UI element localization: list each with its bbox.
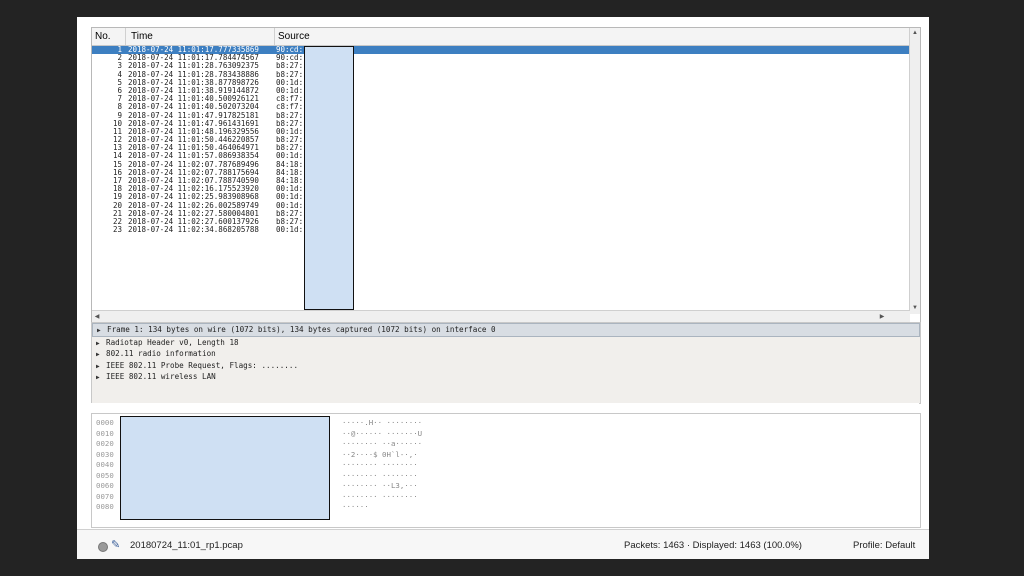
detail-row-radiotap[interactable]: ▶ Radiotap Header v0, Length 18 xyxy=(92,337,920,349)
column-time-header[interactable]: Time xyxy=(131,31,153,42)
capture-filename: 20180724_11:01_rp1.pcap xyxy=(130,540,243,551)
byte-offset: 0030 xyxy=(96,449,114,459)
column-no-header[interactable]: No. xyxy=(95,31,111,42)
pane-divider[interactable] xyxy=(91,403,919,411)
scroll-left-icon[interactable]: ◀ xyxy=(93,313,101,321)
byte-ascii: ··@······ ·······U xyxy=(342,428,423,438)
detail-row-wireless-lan[interactable]: ▶ IEEE 802.11 wireless LAN xyxy=(92,371,920,383)
packet-bytes-pane[interactable]: 0000 ·····.H·· ········ 0010 ··@······ ····… xyxy=(91,413,921,528)
byte-ascii: ········ ··a······ xyxy=(342,439,423,448)
byte-offset: 0040 xyxy=(96,460,114,469)
expand-arrow-icon[interactable]: ▶ xyxy=(96,372,106,384)
byte-offset: 0050 xyxy=(96,470,114,480)
byte-offset: 0060 xyxy=(96,481,114,490)
packet-list-vertical-scrollbar[interactable]: ▲ ▼ xyxy=(909,28,920,314)
byte-ascii: ········ ········ xyxy=(342,470,418,480)
packet-list[interactable]: No. Time Source 1 2018-07-24 11:01:17.777… xyxy=(91,27,921,328)
packet-rows: 1 2018-07-24 11:01:17.777335869 90:cd: 2 201… xyxy=(92,46,910,308)
byte-ascii: ·····.H·· ········ xyxy=(342,418,423,427)
redacted-source-addresses xyxy=(304,46,354,310)
wireshark-window: No. Time Source 1 2018-07-24 11:01:17.777… xyxy=(77,17,929,559)
pencil-icon[interactable]: ✎ xyxy=(111,538,120,551)
detail-row-frame[interactable]: ▶ Frame 1: 134 bytes on wire (1072 bits),… xyxy=(92,323,920,337)
column-source-header[interactable]: Source xyxy=(278,31,310,42)
byte-offset: 0080 xyxy=(96,502,114,511)
byte-ascii: ········ ········ xyxy=(342,491,418,501)
byte-offset: 0020 xyxy=(96,439,114,448)
packet-row[interactable]: 23 2018-07-24 11:02:34.868205788 00:1d: xyxy=(92,225,910,235)
detail-row-radio-info[interactable]: ▶ 802.11 radio information xyxy=(92,348,920,360)
redacted-hex-bytes xyxy=(120,416,330,520)
byte-ascii: ········ ··L3,··· xyxy=(342,481,418,490)
scroll-right-icon[interactable]: ▶ xyxy=(878,313,886,321)
byte-offset: 0000 xyxy=(96,418,114,427)
byte-ascii: ······ xyxy=(342,502,369,511)
packet-no: 23 xyxy=(112,225,122,235)
detail-row-probe-request[interactable]: ▶ IEEE 802.11 Probe Request, Flags: .....… xyxy=(92,360,920,372)
packet-source: 00:1d: xyxy=(276,225,304,235)
ready-dot-icon[interactable] xyxy=(98,542,108,552)
packet-time: 2018-07-24 11:02:34.868205788 xyxy=(128,225,259,235)
packet-list-header: No. Time Source xyxy=(92,28,910,46)
byte-ascii: ········ ········ xyxy=(342,460,418,469)
byte-offset: 0010 xyxy=(96,428,114,438)
byte-ascii: ··2····$ 0H`l-·,· xyxy=(342,449,418,459)
scroll-up-icon[interactable]: ▲ xyxy=(911,29,919,37)
packet-counts: Packets: 1463 · Displayed: 1463 (100.0%) xyxy=(624,540,802,551)
byte-offset: 0070 xyxy=(96,491,114,501)
packet-details-pane[interactable]: ▶ Frame 1: 134 bytes on wire (1072 bits),… xyxy=(91,322,921,404)
expand-arrow-icon[interactable]: ▶ xyxy=(97,325,107,337)
scroll-down-icon[interactable]: ▼ xyxy=(911,304,919,312)
status-bar: ✎ 20180724_11:01_rp1.pcap Packets: 1463 … xyxy=(77,529,929,559)
profile-label[interactable]: Profile: Default xyxy=(853,540,915,551)
